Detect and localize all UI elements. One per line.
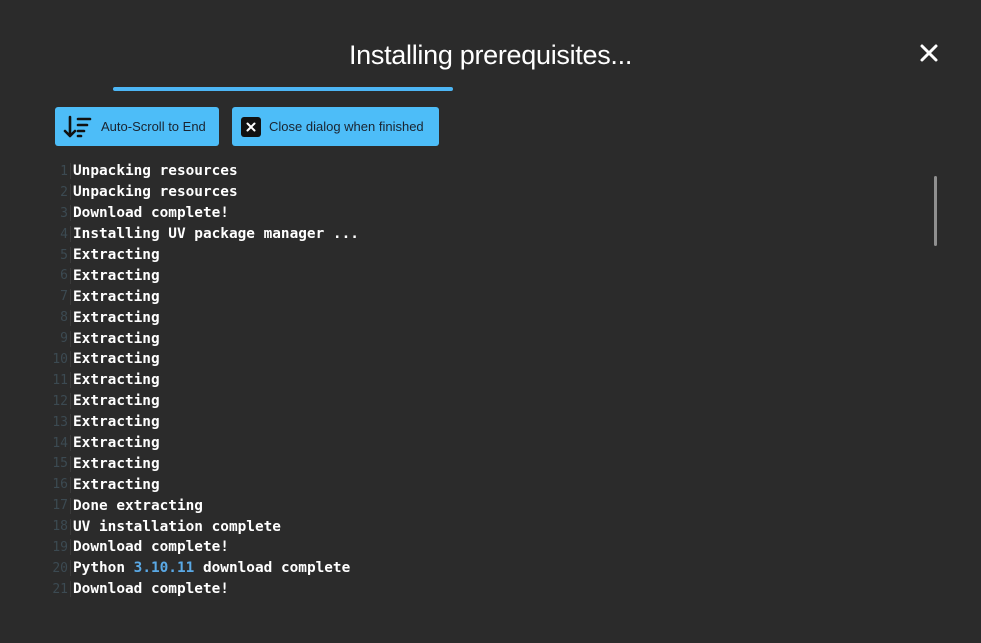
line-number: 16 <box>52 477 68 493</box>
log-line: 19 Download complete! <box>48 537 928 558</box>
line-number: 20 <box>52 560 68 576</box>
log-line: 15 Extracting <box>48 453 928 474</box>
log-text: Extracting <box>70 351 160 368</box>
line-number: 4 <box>60 226 68 242</box>
log-line: 6 Extracting <box>48 265 928 286</box>
log-line: 11 Extracting <box>48 370 928 391</box>
sort-descending-icon <box>63 114 93 140</box>
close-when-finished-toggle[interactable]: Close dialog when finished <box>232 107 439 146</box>
log-text: Extracting <box>70 393 160 410</box>
line-number: 13 <box>52 414 68 430</box>
version-number: 3.10.11 <box>133 560 195 577</box>
log-output[interactable]: 1 Unpacking resources 2 Unpacking resources… <box>48 161 928 621</box>
autoscroll-label: Auto-Scroll to End <box>101 119 206 134</box>
log-line: 13 Extracting <box>48 412 928 433</box>
log-line: 3 Download complete! <box>48 203 928 224</box>
dialog-title: Installing prerequisites... <box>348 40 633 70</box>
close-button[interactable] <box>916 40 942 66</box>
log-line: 7 Extracting <box>48 286 928 307</box>
log-line: 2 Unpacking resources <box>48 182 928 203</box>
line-number: 3 <box>60 205 68 221</box>
log-line: 16 Extracting <box>48 474 928 495</box>
log-line: 18 UV installation complete <box>48 516 928 537</box>
line-number: 11 <box>52 372 68 388</box>
line-number: 12 <box>52 393 68 409</box>
log-text-prefix: Python <box>73 560 134 577</box>
line-number: 8 <box>60 310 68 326</box>
close-when-finished-label: Close dialog when finished <box>269 119 424 134</box>
line-number: 10 <box>52 351 68 367</box>
log-text: Extracting <box>70 455 160 472</box>
log-line: 4 Installing UV package manager ... <box>48 224 928 245</box>
autoscroll-button[interactable]: Auto-Scroll to End <box>55 107 219 146</box>
log-line: 8 Extracting <box>48 307 928 328</box>
log-text-suffix: download complete <box>194 560 351 577</box>
log-text: Extracting <box>70 476 160 493</box>
log-line: 9 Extracting <box>48 328 928 349</box>
line-number: 14 <box>52 435 68 451</box>
log-line: 20 Python 3.10.11 download complete <box>48 558 928 579</box>
log-text: Installing UV package manager ... <box>70 226 359 243</box>
checkbox-x-icon <box>241 116 261 137</box>
line-number: 18 <box>52 519 68 535</box>
log-text: Done extracting <box>70 497 203 514</box>
log-line: 17 Done extracting <box>48 495 928 516</box>
log-text: Download complete! <box>70 205 229 222</box>
progress-bar <box>113 87 453 91</box>
log-text: Unpacking resources <box>70 184 238 201</box>
line-number: 5 <box>60 247 68 263</box>
log-line: 14 Extracting <box>48 433 928 454</box>
line-number: 15 <box>52 456 68 472</box>
log-text: Download complete! <box>70 581 229 598</box>
log-text: Extracting <box>70 330 160 347</box>
log-text: UV installation complete <box>70 518 281 535</box>
log-text: Extracting <box>70 435 160 452</box>
line-number: 2 <box>60 184 68 200</box>
log-text: Extracting <box>70 309 160 326</box>
log-text: Extracting <box>70 414 160 431</box>
line-number: 6 <box>60 268 68 284</box>
log-text: Unpacking resources <box>70 163 238 180</box>
line-number: 19 <box>52 539 68 555</box>
log-line: 10 Extracting <box>48 349 928 370</box>
log-scrollbar[interactable] <box>934 176 937 246</box>
log-text: Extracting <box>70 372 160 389</box>
log-line: 12 Extracting <box>48 391 928 412</box>
log-text: Extracting <box>70 247 160 263</box>
line-number: 21 <box>52 581 68 597</box>
line-number: 9 <box>60 331 68 347</box>
log-line: 21 Download complete! <box>48 579 928 600</box>
log-text: Extracting <box>70 267 160 284</box>
line-number: 7 <box>60 289 68 305</box>
log-line: 5 Extracting <box>48 245 928 266</box>
log-line: 1 Unpacking resources <box>48 161 928 182</box>
close-icon <box>920 44 938 62</box>
log-text: Download complete! <box>70 539 229 556</box>
line-number: 17 <box>52 498 68 514</box>
log-text: Python 3.10.11 download complete <box>70 560 351 577</box>
line-number: 1 <box>60 163 68 179</box>
log-text: Extracting <box>70 288 160 305</box>
